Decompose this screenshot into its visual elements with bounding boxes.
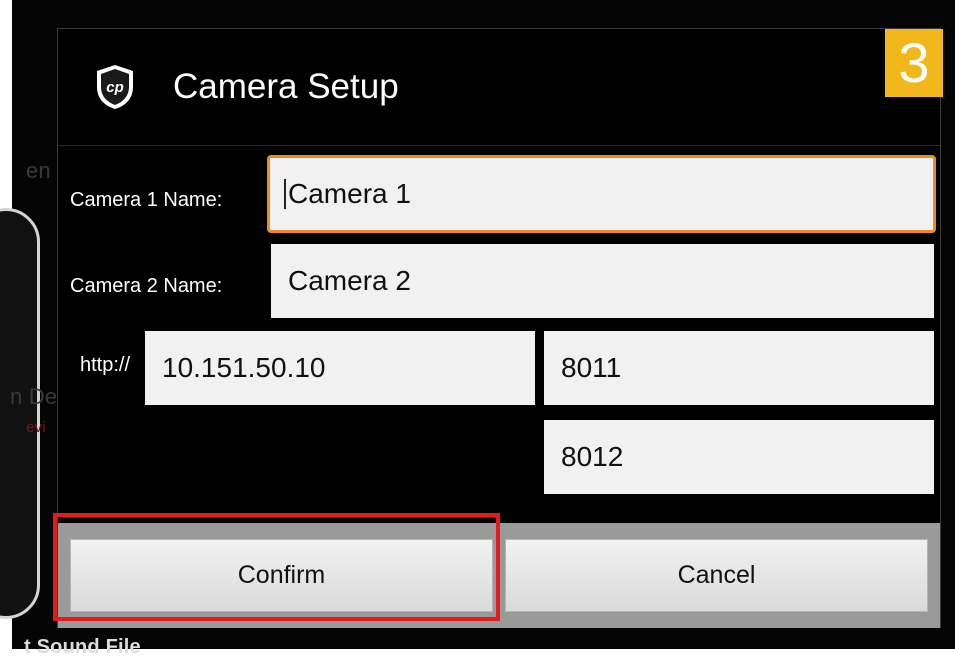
camera2-name-input[interactable]: Camera 2 — [271, 244, 934, 318]
step-number-badge: 3 — [885, 29, 943, 97]
http-prefix-label: http:// — [80, 354, 131, 376]
dialog-title: Camera Setup — [173, 67, 399, 106]
background-sound-file-text: t Sound File — [24, 636, 141, 658]
text-cursor — [284, 179, 286, 209]
cancel-button[interactable]: Cancel — [505, 539, 928, 612]
camera2-name-value: Camera 2 — [288, 265, 411, 296]
shield-logo-icon: cp — [97, 65, 133, 109]
dialog-header: cp Camera Setup 3 — [58, 29, 943, 145]
camera1-name-input[interactable]: Camera 1 — [267, 155, 936, 233]
ip-address-input[interactable]: 10.151.50.10 — [145, 331, 535, 405]
svg-text:cp: cp — [106, 79, 124, 96]
port1-input[interactable]: 8011 — [544, 331, 934, 405]
camera2-name-label: Camera 2 Name: — [70, 275, 223, 297]
background-red-text: evi — [26, 419, 46, 436]
confirm-highlight-annotation — [53, 513, 500, 621]
port2-value: 8012 — [561, 441, 624, 472]
header-divider — [58, 145, 940, 146]
ip-address-value: 10.151.50.10 — [162, 352, 326, 383]
port1-value: 8011 — [561, 352, 622, 383]
camera1-name-value: Camera 1 — [288, 178, 411, 209]
background-side-panel — [0, 208, 40, 619]
camera1-name-label: Camera 1 Name: — [70, 189, 223, 211]
port2-input[interactable]: 8012 — [544, 420, 934, 494]
